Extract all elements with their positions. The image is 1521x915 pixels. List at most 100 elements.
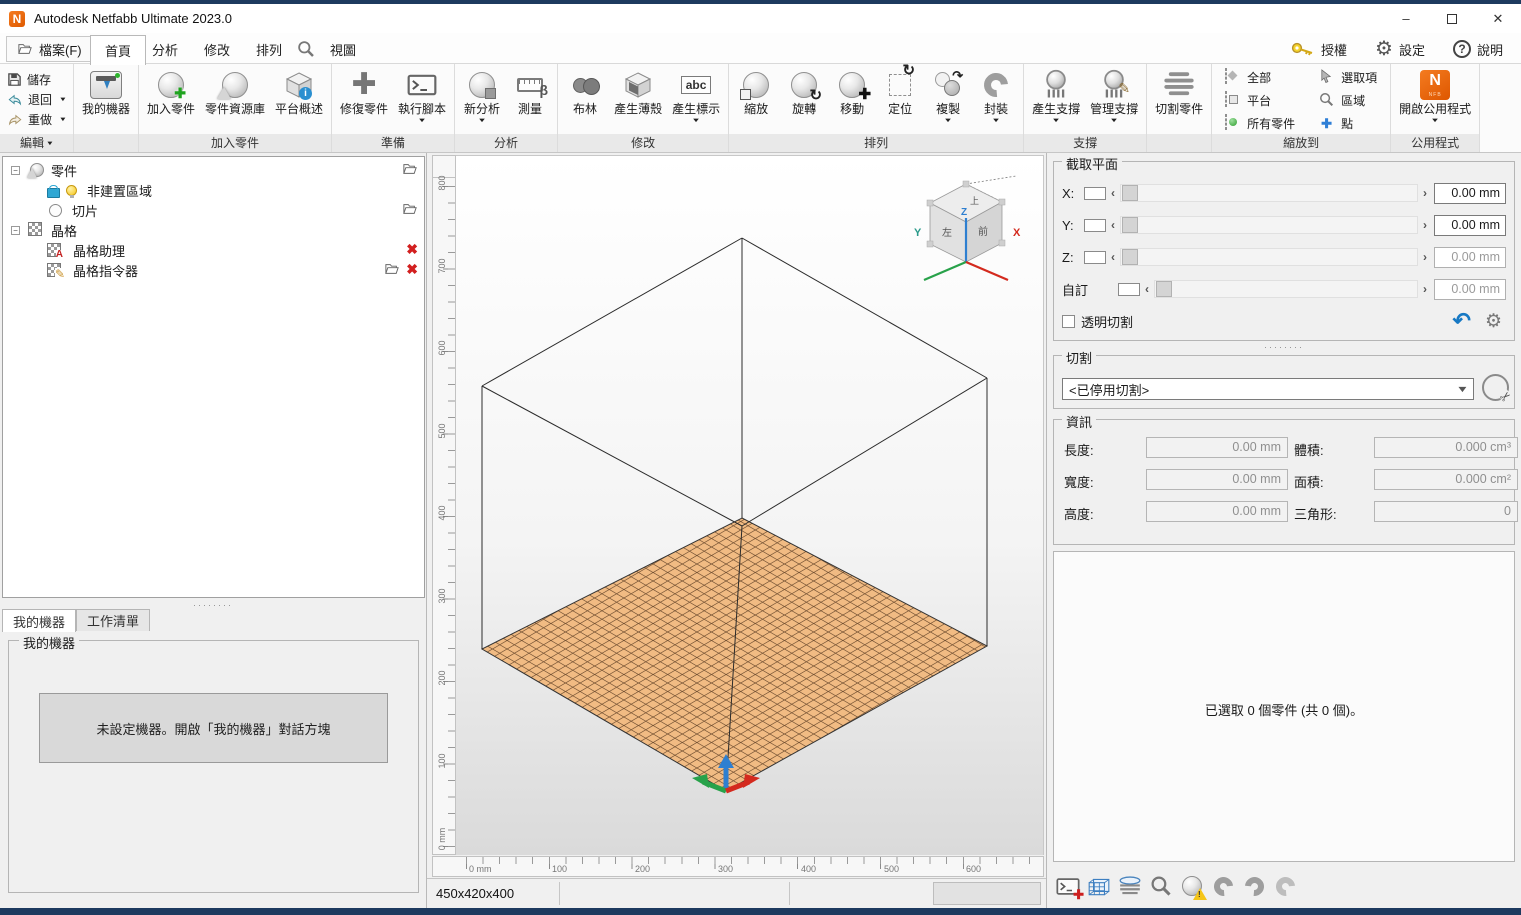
reset-clipping-icon[interactable] [1453, 310, 1471, 332]
delete-icon[interactable] [406, 262, 418, 276]
pack-button[interactable]: 封裝 [972, 66, 1020, 133]
file-menu-button[interactable]: 檔案(F) [6, 36, 93, 62]
y-value-field[interactable]: 0.00 mm [1434, 215, 1506, 236]
zoom-selection-button[interactable]: 選取項 [1315, 68, 1381, 87]
run-script-button[interactable]: 執行腳本 [393, 66, 451, 133]
y-slider-left-arrow[interactable]: ‹ [1106, 218, 1120, 232]
tab-my-machine[interactable]: 我的機器 [2, 609, 76, 632]
lock-icon[interactable] [47, 185, 58, 198]
rotate-button[interactable]: 旋轉 [780, 66, 828, 133]
add-part-button[interactable]: 加入零件 [142, 66, 200, 133]
collapse-icon[interactable] [11, 166, 20, 175]
open-utilities-button[interactable]: 開啟公用程式 [1394, 66, 1476, 133]
custom-value-field[interactable]: 0.00 mm [1434, 279, 1506, 300]
generate-support-button[interactable]: 產生支撐 [1027, 66, 1085, 133]
no-machine-message-button[interactable]: 未設定機器。開啟「我的機器」對話方塊 [39, 693, 388, 763]
help-button[interactable]: ? 說明 [1453, 36, 1503, 62]
create-label-button[interactable]: 產生標示 [667, 66, 725, 133]
zoom-all-button[interactable]: 全部 [1221, 68, 1299, 87]
panel-splitter[interactable] [1047, 343, 1521, 351]
minimize-button[interactable]: – [1383, 4, 1429, 33]
tab-analysis[interactable]: 分析 [138, 35, 192, 64]
x-slider[interactable] [1120, 184, 1418, 202]
platform-overview-button[interactable]: 平台概述 [270, 66, 328, 133]
custom-slider-left-arrow[interactable]: ‹ [1140, 282, 1154, 296]
tab-arrange[interactable]: 排列 [242, 35, 296, 64]
custom-slider[interactable] [1154, 280, 1418, 298]
delete-icon[interactable] [406, 242, 418, 256]
tree-item-lattice[interactable]: 晶格 [3, 220, 424, 240]
maximize-button[interactable] [1429, 4, 1475, 33]
create-shell-button[interactable]: 產生薄殼 [609, 66, 667, 133]
manage-support-button[interactable]: 管理支撐 [1085, 66, 1143, 133]
x-slider-left-arrow[interactable]: ‹ [1106, 186, 1120, 200]
tab-modify[interactable]: 修改 [190, 35, 244, 64]
collapse-icon[interactable] [11, 226, 20, 235]
custom-slider-thumb[interactable] [1156, 281, 1172, 297]
part-rotate-right-button[interactable] [1241, 873, 1267, 899]
clipping-settings-icon[interactable] [1485, 312, 1502, 331]
repair-part-button[interactable]: 修復零件 [335, 66, 393, 133]
position-button[interactable]: 定位 [876, 66, 924, 133]
duplicate-button[interactable]: 複製 [924, 66, 972, 133]
x-enable-checkbox[interactable] [1084, 187, 1106, 200]
execute-cut-button[interactable] [1482, 374, 1509, 401]
z-slider-right-arrow[interactable]: › [1418, 250, 1432, 264]
slices-view-button[interactable] [1117, 873, 1143, 899]
x-slider-thumb[interactable] [1122, 185, 1138, 201]
zoom-all-parts-button[interactable]: 所有零件 [1221, 114, 1299, 133]
cut-parts-button[interactable]: 切割零件 [1150, 66, 1208, 133]
lattice-view-button[interactable] [1086, 873, 1112, 899]
tree-item-non-build-zone[interactable]: 非建置區域 [3, 180, 424, 200]
panel-splitter[interactable] [0, 601, 426, 609]
y-slider-right-arrow[interactable]: › [1418, 218, 1432, 232]
3d-canvas[interactable]: 上 左 前 Z Y X [456, 155, 1044, 855]
z-slider-thumb[interactable] [1122, 249, 1138, 265]
send-to-machine-button[interactable] [1272, 873, 1298, 899]
tree-item-parts[interactable]: 零件 [3, 160, 424, 180]
tab-view[interactable]: 視圖 [316, 35, 370, 64]
x-value-field[interactable]: 0.00 mm [1434, 183, 1506, 204]
zoom-point-button[interactable]: 點 [1315, 114, 1381, 133]
z-value-field[interactable]: 0.00 mm [1434, 247, 1506, 268]
tree-item-lattice-assistant[interactable]: 晶格助理 [3, 240, 424, 260]
transparent-cut-checkbox[interactable] [1062, 315, 1075, 328]
custom-enable-checkbox[interactable] [1118, 283, 1140, 296]
my-machine-button[interactable]: 我的機器 [77, 66, 135, 133]
new-analysis-button[interactable]: 新分析 [458, 66, 506, 133]
analysis-warning-button[interactable] [1179, 873, 1205, 899]
open-folder-icon[interactable] [402, 162, 418, 176]
tab-home[interactable]: 首頁 [90, 35, 146, 65]
undo-button[interactable]: 退回 [3, 90, 70, 109]
zoom-platform-button[interactable]: 平台 [1221, 91, 1299, 110]
parts-list[interactable]: 已選取 0 個零件 (共 0 個)。 [1053, 551, 1515, 862]
move-button[interactable]: 移動 [828, 66, 876, 133]
part-library-button[interactable]: 零件資源庫 [200, 66, 270, 133]
y-slider-thumb[interactable] [1122, 217, 1138, 233]
bulb-icon[interactable] [66, 185, 77, 196]
tab-worklist[interactable]: 工作清單 [76, 609, 150, 631]
part-rotate-left-button[interactable] [1210, 873, 1236, 899]
settings-button[interactable]: 設定 [1375, 36, 1425, 62]
custom-slider-right-arrow[interactable]: › [1418, 282, 1432, 296]
scale-button[interactable]: 縮放 [732, 66, 780, 133]
y-enable-checkbox[interactable] [1084, 219, 1106, 232]
add-script-button[interactable] [1055, 873, 1081, 899]
close-button[interactable]: ✕ [1475, 4, 1521, 33]
open-folder-icon[interactable] [402, 202, 418, 216]
tree-item-lattice-commander[interactable]: 晶格指令器 [3, 260, 424, 280]
zoom-region-button[interactable]: 區域 [1315, 91, 1381, 110]
tree-item-slices[interactable]: 切片 [3, 200, 424, 220]
search-icon[interactable] [297, 40, 315, 58]
boolean-button[interactable]: 布林 [561, 66, 609, 133]
open-folder-icon[interactable] [384, 262, 400, 276]
z-slider-left-arrow[interactable]: ‹ [1106, 250, 1120, 264]
license-button[interactable]: 授權 [1291, 36, 1347, 62]
save-button[interactable]: 儲存 [3, 70, 55, 89]
cut-mode-select[interactable]: <已停用切割> [1062, 378, 1474, 400]
measure-button[interactable]: 測量 [506, 66, 554, 133]
group-label-edit[interactable]: 編輯 [0, 134, 73, 152]
y-slider[interactable] [1120, 216, 1418, 234]
redo-button[interactable]: 重做 [3, 110, 70, 129]
x-slider-right-arrow[interactable]: › [1418, 186, 1432, 200]
